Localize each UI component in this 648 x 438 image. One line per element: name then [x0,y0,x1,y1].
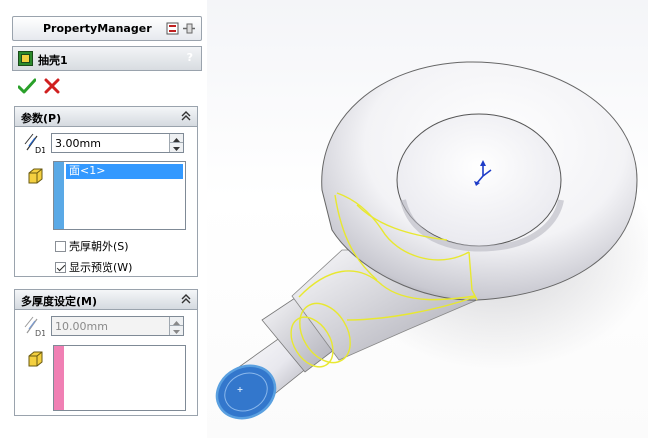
multi-thickness-dimension-icon: D1 [24,316,45,337]
face-list-item[interactable]: 面<1> [66,164,183,179]
cancel-x-button[interactable] [44,78,60,94]
feature-title-row: 抽壳1 ? [12,46,202,71]
show-preview-label: 显示预览(W) [69,261,133,274]
property-manager-title: PropertyManager [43,22,152,35]
multi-thickness-group: 多厚度设定(M) D1 10.00mm [14,289,198,416]
pin-icon[interactable] [165,21,197,36]
collapse-chevron-icon[interactable] [181,110,191,122]
show-preview-box[interactable] [55,261,66,273]
parameters-group-title: 参数(P) [21,112,62,125]
faces-list-color-strip [54,162,64,229]
svg-text:D1: D1 [35,329,45,337]
thickness-spinner[interactable] [169,134,183,152]
multi-thickness-input[interactable]: 10.00mm [51,316,184,336]
multi-face-selection-icon [28,351,43,367]
shell-outward-label: 壳厚朝外(S) [69,240,129,253]
help-icon[interactable]: ? [187,51,193,64]
faces-to-remove-list[interactable]: 面<1> [53,161,186,230]
feature-name: 抽壳1 [38,54,68,67]
shell-feature-icon [18,51,33,66]
svg-text:D1: D1 [35,146,45,154]
graphics-viewport[interactable] [207,0,648,438]
face-selection-icon [28,168,43,184]
model-eyebolt[interactable] [207,0,648,438]
multi-thickness-group-title: 多厚度设定(M) [21,295,98,308]
multi-thickness-faces-list[interactable] [53,345,186,411]
show-preview-checkbox[interactable]: 显示预览(W) [55,259,132,275]
thickness-input[interactable]: 3.00mm [51,133,184,153]
multi-faces-list-color-strip [54,346,64,410]
multi-thickness-value: 10.00mm [55,320,108,333]
multi-thickness-spinner[interactable] [169,317,183,335]
parameters-group-header[interactable]: 参数(P) [15,107,197,127]
ok-check-button[interactable] [18,78,36,94]
shell-outward-box[interactable] [55,240,66,252]
collapse-chevron-icon[interactable] [181,293,191,305]
thickness-value: 3.00mm [55,137,101,150]
property-manager-header: PropertyManager [12,16,202,41]
parameters-group: 参数(P) D1 3.00mm 面<1> 壳厚朝外(S) 显示预览(W) [14,106,198,277]
property-manager-panel: PropertyManager 抽壳1 ? 参数(P) D1 3.00mm 面<… [0,0,207,438]
thickness-dimension-icon: D1 [24,133,45,154]
multi-thickness-group-header[interactable]: 多厚度设定(M) [15,290,197,310]
shell-outward-checkbox[interactable]: 壳厚朝外(S) [55,238,129,254]
